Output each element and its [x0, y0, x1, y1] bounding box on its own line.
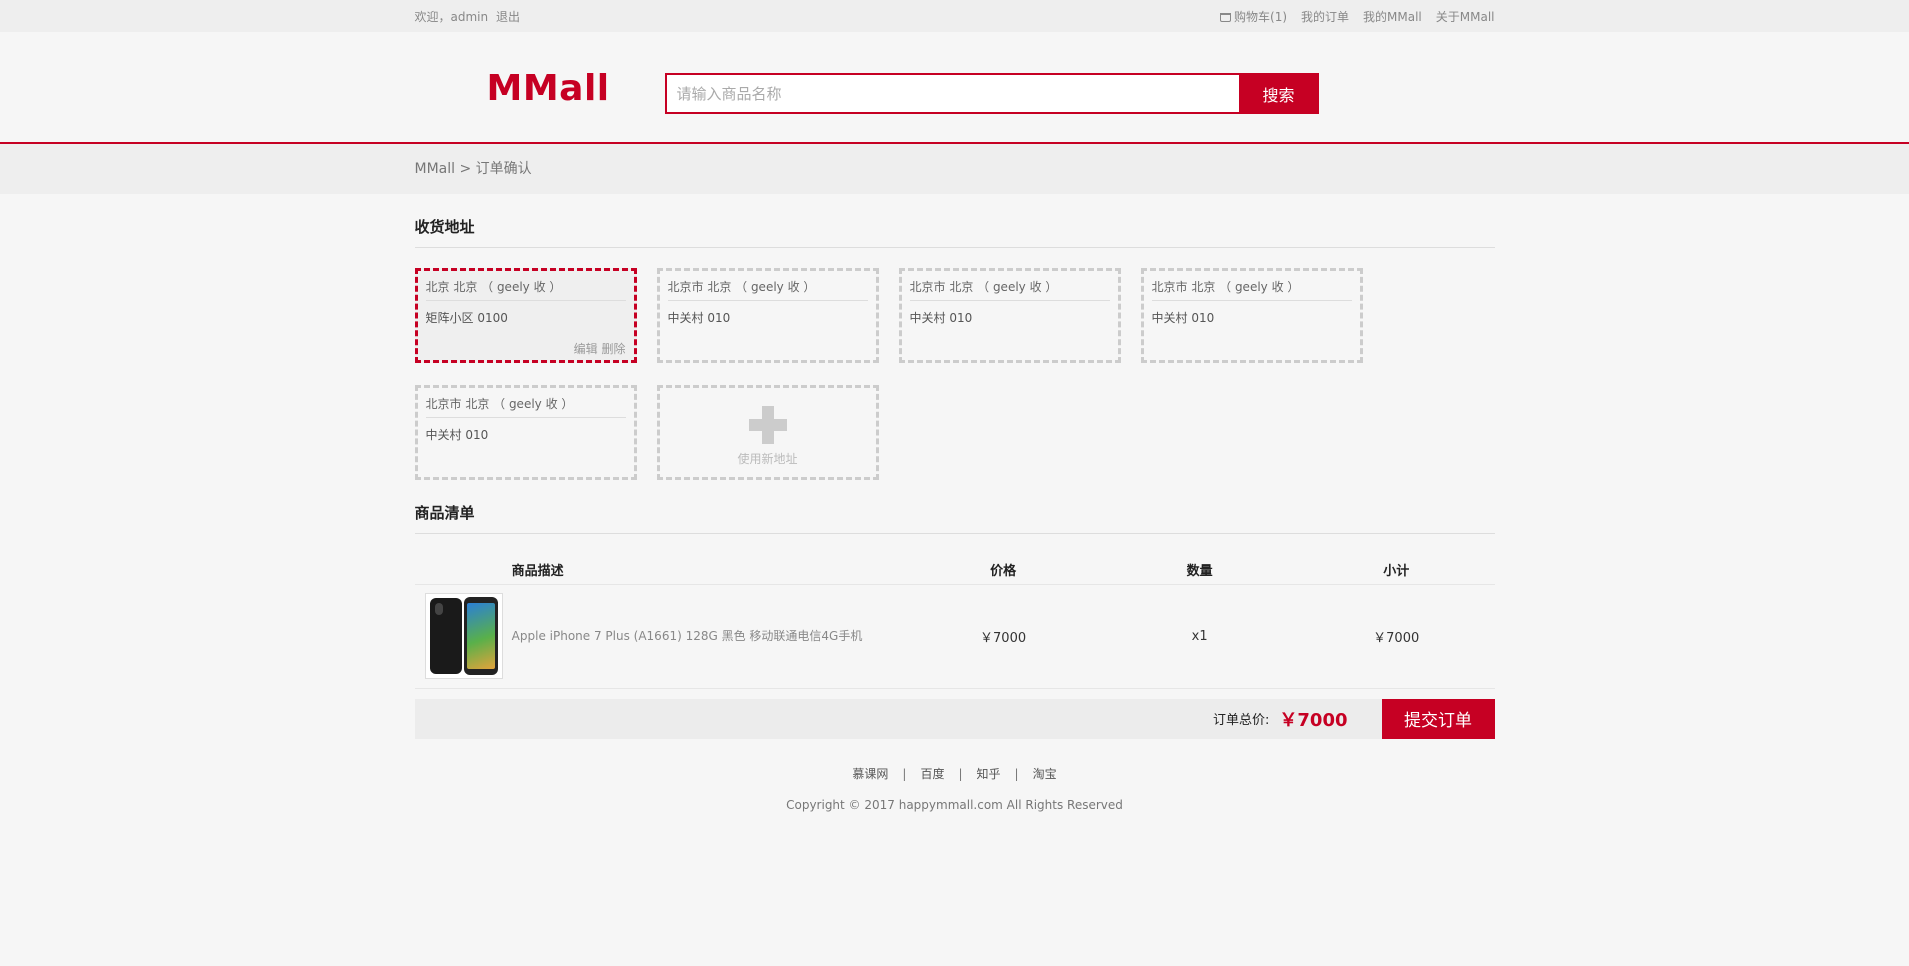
address-card[interactable]: 北京市 北京 （ geely 收 ） 中关村 010: [656, 268, 879, 363]
header: MMall 搜索: [0, 32, 1909, 144]
col-header-qty: 数量: [1101, 556, 1298, 585]
col-header-price: 价格: [904, 556, 1102, 585]
copyright: Copyright © 2017 happymmall.com All Righ…: [786, 797, 1123, 812]
address-detail: 中关村 010: [667, 311, 731, 325]
product-qty: x1: [1101, 584, 1298, 689]
total-label: 订单总价:: [1213, 713, 1270, 728]
address-ops: 编辑 删除: [574, 340, 626, 357]
my-mall-link[interactable]: 我的MMall: [1363, 8, 1422, 25]
product-image[interactable]: [424, 593, 503, 679]
edit-address-link[interactable]: 编辑: [574, 342, 598, 356]
plus-icon: [748, 406, 787, 444]
total-price: ￥7000: [1279, 709, 1348, 731]
search-bar: 搜索: [664, 73, 1319, 114]
submit-bar: 订单总价: ￥7000 提交订单: [414, 698, 1495, 739]
address-card[interactable]: 北京市 北京 （ geely 收 ） 中关村 010: [414, 385, 637, 480]
submit-order-button[interactable]: 提交订单: [1381, 698, 1495, 739]
product-thumb-cell: [414, 584, 512, 689]
top-nav: 欢迎，admin 退出 购物车(1) 我的订单 我的MMall 关于MMall: [0, 0, 1909, 32]
main-content: 收货地址 北京 北京 （ geely 收 ） 矩阵小区 0100 编辑 删除 北…: [414, 216, 1495, 812]
table-row: Apple iPhone 7 Plus (A1661) 128G 黑色 移动联通…: [414, 584, 1495, 689]
footer-link-taobao[interactable]: 淘宝: [1033, 767, 1057, 781]
cart-label: 购物车(1): [1234, 9, 1288, 24]
address-recipient: 北京 北京 （ geely 收 ）: [425, 278, 626, 301]
footer-link-zhihu[interactable]: 知乎: [977, 767, 1001, 781]
welcome-area: 欢迎，admin 退出: [415, 8, 524, 25]
address-recipient: 北京市 北京 （ geely 收 ）: [425, 395, 626, 418]
product-price: ￥7000: [904, 584, 1102, 689]
address-detail: 中关村 010: [425, 428, 489, 442]
address-card[interactable]: 北京市 北京 （ geely 收 ） 中关村 010: [1140, 268, 1363, 363]
product-subtotal: ￥7000: [1297, 584, 1495, 689]
footer-link-imooc[interactable]: 慕课网: [852, 767, 888, 781]
address-detail: 中关村 010: [1151, 311, 1215, 325]
cart-icon: [1220, 12, 1232, 22]
address-section-title: 收货地址: [414, 216, 1495, 248]
my-orders-link[interactable]: 我的订单: [1301, 8, 1349, 25]
address-detail: 中关村 010: [909, 311, 973, 325]
search-button[interactable]: 搜索: [1238, 73, 1319, 114]
address-recipient: 北京市 北京 （ geely 收 ）: [1151, 278, 1352, 301]
delete-address-link[interactable]: 删除: [601, 342, 625, 356]
address-card[interactable]: 北京市 北京 （ geely 收 ） 中关村 010: [898, 268, 1121, 363]
address-recipient: 北京市 北京 （ geely 收 ）: [909, 278, 1110, 301]
breadcrumb-bar: MMall > 订单确认: [0, 144, 1909, 194]
product-section-title: 商品清单: [414, 502, 1495, 534]
welcome-text: 欢迎，admin: [414, 9, 489, 24]
top-links: 购物车(1) 我的订单 我的MMall 关于MMall: [1220, 8, 1495, 25]
about-link[interactable]: 关于MMall: [1436, 8, 1495, 25]
footer: 慕课网 | 百度 | 知乎 | 淘宝 Copyright © 2017 happymmall…: [415, 765, 1495, 812]
phone-front-image: [463, 597, 498, 675]
footer-separator: |: [1014, 766, 1019, 781]
address-list: 北京 北京 （ geely 收 ） 矩阵小区 0100 编辑 删除 北京市 北京…: [414, 268, 1415, 480]
add-address-button[interactable]: 使用新地址: [656, 385, 879, 480]
footer-links: 慕课网 | 百度 | 知乎 | 淘宝: [415, 765, 1495, 782]
product-table: 商品描述 价格 数量 小计 Apple iPhone 7 Plus (A1661…: [414, 556, 1495, 689]
table-header-row: 商品描述 价格 数量 小计: [414, 556, 1495, 585]
footer-separator: |: [958, 766, 963, 781]
phone-back-image: [429, 598, 462, 674]
search-input[interactable]: [664, 73, 1239, 114]
footer-separator: |: [902, 766, 907, 781]
col-header-desc: 商品描述: [511, 556, 905, 585]
footer-link-baidu[interactable]: 百度: [920, 767, 944, 781]
add-address-label: 使用新地址: [737, 452, 798, 466]
address-card-selected[interactable]: 北京 北京 （ geely 收 ） 矩阵小区 0100 编辑 删除: [414, 268, 637, 363]
address-recipient: 北京市 北京 （ geely 收 ）: [667, 278, 868, 301]
breadcrumb: MMall > 订单确认: [414, 161, 532, 177]
logout-link[interactable]: 退出: [496, 10, 520, 24]
thumb-header: [414, 556, 512, 585]
col-header-subtotal: 小计: [1297, 556, 1495, 585]
address-detail: 矩阵小区 0100: [425, 311, 508, 325]
cart-link[interactable]: 购物车(1): [1220, 8, 1287, 25]
product-desc[interactable]: Apple iPhone 7 Plus (A1661) 128G 黑色 移动联通…: [511, 584, 905, 689]
logo[interactable]: MMall: [487, 68, 610, 109]
